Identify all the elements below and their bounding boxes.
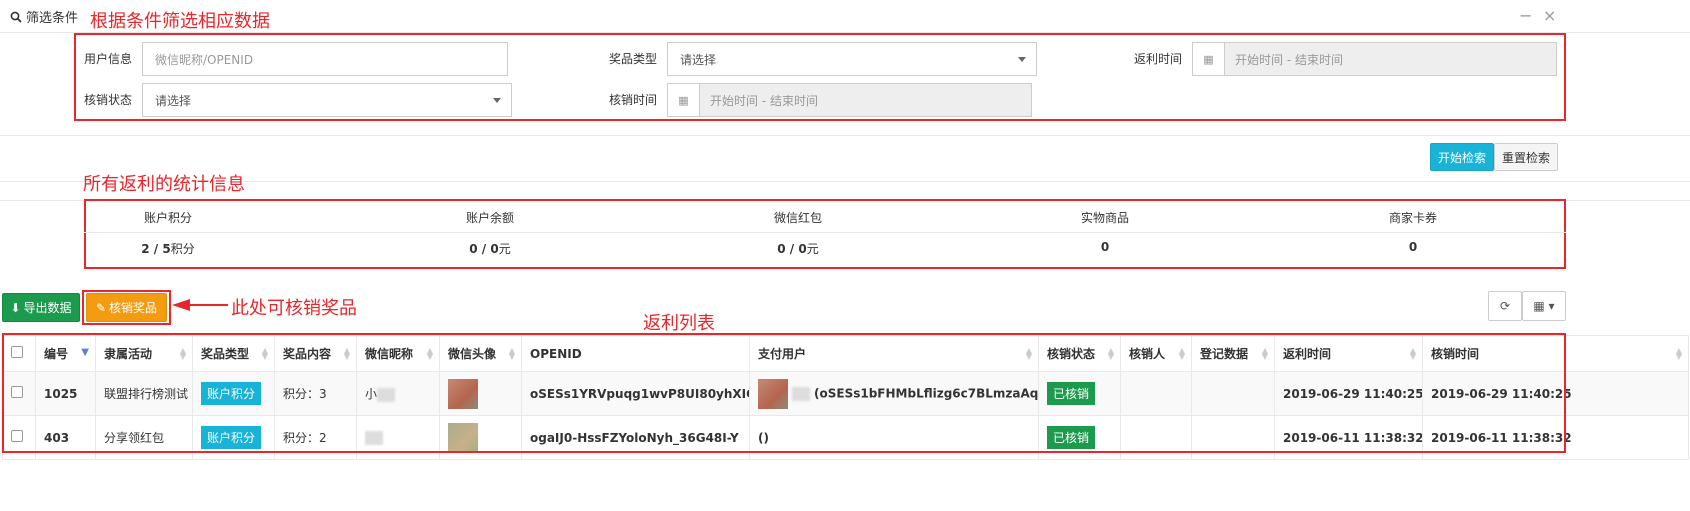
verify-label: 核销奖品	[109, 301, 158, 315]
stat-value-redpacket: 0 / 0元	[698, 240, 898, 257]
stat-unit: 元	[806, 242, 819, 256]
verify-status-value: 请选择	[155, 93, 192, 108]
prize-type-label: 奖品类型	[609, 52, 658, 66]
calendar-icon: ▦	[668, 84, 700, 116]
search-button[interactable]: 开始检索	[1430, 143, 1494, 171]
rebate-time-label: 返利时间	[1134, 52, 1183, 66]
stat-number: 0	[1408, 240, 1418, 254]
divider	[0, 181, 1690, 182]
export-label: 导出数据	[23, 301, 72, 315]
stat-number: 0 / 0	[777, 242, 807, 256]
refresh-icon: ⟳	[1499, 299, 1511, 313]
close-icon[interactable]: ×	[1543, 6, 1556, 25]
sort-icon: ▲ ▼	[1675, 346, 1682, 361]
stat-header-goods: 实物商品	[1080, 211, 1129, 225]
minimize-icon[interactable]: −	[1519, 6, 1532, 25]
stat-value-balance: 0 / 0元	[390, 240, 590, 257]
stat-number: 0	[1100, 240, 1110, 254]
annotation-verify: 此处可核销奖品	[231, 298, 357, 319]
arrow-annotation	[172, 299, 228, 311]
gavel-icon: ✎	[95, 300, 107, 315]
search-icon	[10, 11, 22, 23]
download-icon: ⬇	[10, 300, 21, 315]
rebate-time-range[interactable]: ▦ 开始时间 - 结束时间	[1192, 42, 1557, 76]
verify-status-select[interactable]: 请选择	[142, 83, 512, 117]
stat-value-coupon: 0	[1313, 240, 1513, 254]
verify-time-range[interactable]: ▦ 开始时间 - 结束时间	[667, 83, 1032, 117]
table-highlight-box	[2, 333, 1566, 453]
verify-prize-button[interactable]: ✎ 核销奖品	[86, 293, 167, 322]
columns-toggle-button[interactable]: ▦ ▾	[1522, 291, 1566, 321]
filter-title-text: 筛选条件	[26, 11, 79, 26]
filter-panel-title: 筛选条件	[10, 7, 78, 26]
grid-icon: ▦ ▾	[1533, 299, 1555, 313]
stat-unit: 积分	[170, 242, 195, 256]
stat-value-points: 2 / 5积分	[68, 240, 268, 257]
stat-header-redpacket: 微信红包	[773, 211, 822, 225]
rebate-time-placeholder: 开始时间 - 结束时间	[1235, 52, 1343, 67]
calendar-icon: ▦	[1193, 43, 1225, 75]
prize-type-value: 请选择	[680, 52, 717, 67]
divider	[0, 135, 1690, 136]
chevron-down-icon	[493, 98, 501, 103]
stat-value-goods: 0	[1005, 240, 1205, 254]
reset-button[interactable]: 重置检索	[1494, 143, 1558, 171]
verify-time-label: 核销时间	[609, 93, 658, 107]
stat-header-points: 账户积分	[143, 211, 192, 225]
chevron-down-icon	[1018, 57, 1026, 62]
user-info-placeholder: 微信昵称/OPENID	[155, 52, 254, 67]
user-info-input[interactable]: 微信昵称/OPENID	[142, 42, 508, 76]
annotation-filter: 根据条件筛选相应数据	[90, 11, 270, 32]
export-button[interactable]: ⬇ 导出数据	[2, 293, 80, 322]
annotation-list: 返利列表	[643, 313, 715, 334]
stat-number: 2 / 5	[141, 242, 171, 256]
stat-number: 0 / 0	[469, 242, 499, 256]
stat-header-balance: 账户余额	[465, 211, 514, 225]
verify-time-placeholder: 开始时间 - 结束时间	[710, 93, 818, 108]
stat-unit: 元	[498, 242, 511, 256]
divider	[84, 232, 1566, 233]
refresh-button[interactable]: ⟳	[1488, 291, 1522, 321]
verify-status-label: 核销状态	[84, 93, 133, 107]
stat-header-coupon: 商家卡券	[1388, 211, 1437, 225]
prize-type-select[interactable]: 请选择	[667, 42, 1037, 76]
user-info-label: 用户信息	[84, 52, 133, 66]
annotation-stats: 所有返利的统计信息	[83, 174, 245, 195]
